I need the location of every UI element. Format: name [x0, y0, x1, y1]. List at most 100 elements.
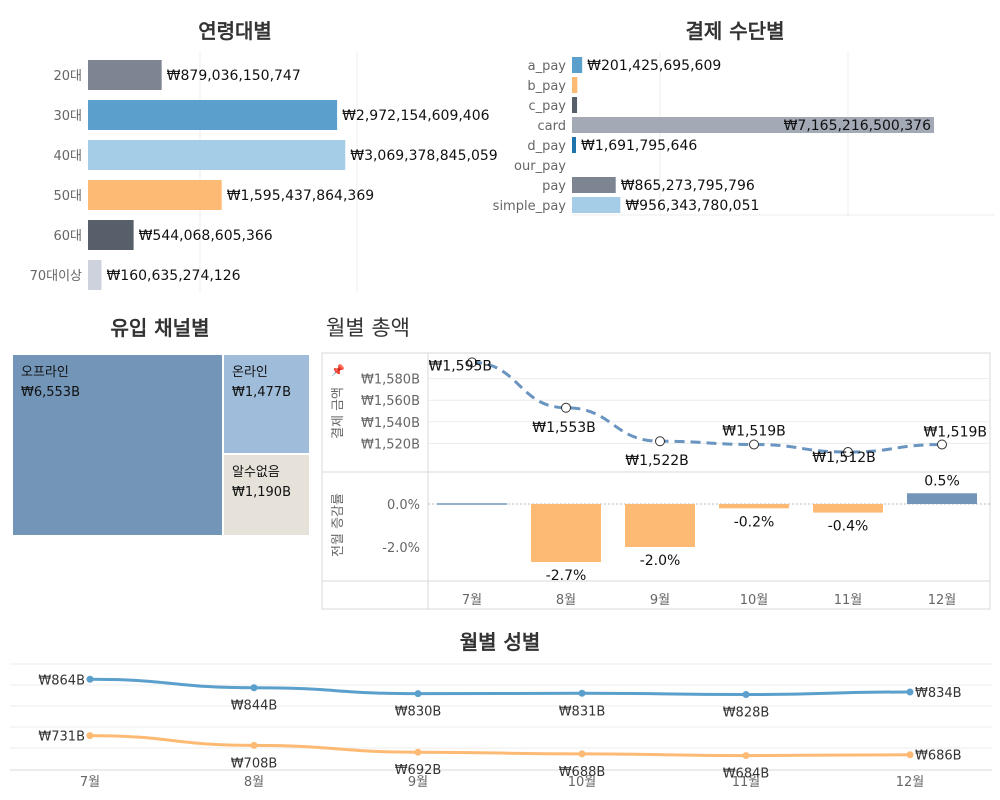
monthly-gender-xtick: 12월 [896, 775, 925, 790]
payment-chart-panel: 결제 수단별 a_pay ₩201,425,695,609 b_pay c_pay car… [470, 0, 1000, 300]
treemap-unknown-name: 알수없음 [232, 465, 280, 480]
age-data-label: ₩879,036,150,747 [167, 68, 301, 84]
monthly-total-bottom-ylabel: 전월 증감률 [331, 493, 346, 557]
payment-tick-label: our_pay [514, 159, 566, 174]
monthly-gender-point-label: ₩831B [559, 704, 606, 719]
treemap-online-name: 온라인 [232, 365, 268, 380]
payment-bar[interactable] [572, 97, 578, 113]
monthly-total-xtick: 9월 [650, 593, 670, 608]
treemap-cell-online[interactable]: 온라인 ₩1,477B [223, 354, 310, 454]
payment-tick-label: c_pay [528, 99, 566, 114]
payment-data-label: ₩1,691,795,646 [581, 138, 697, 154]
monthly-total-xtick: 11월 [834, 593, 863, 608]
monthly-total-top-ytick: ₩1,520B [361, 437, 420, 452]
payment-bar[interactable] [572, 137, 576, 153]
payment-data-label: ₩865,273,795,796 [621, 178, 755, 194]
age-data-label: ₩544,068,605,366 [139, 228, 273, 244]
monthly-gender-series-line [89, 677, 911, 697]
treemap-cell-unknown[interactable]: 알수없음 ₩1,190B [223, 454, 310, 536]
monthly-gender-point-label: ₩864B [38, 673, 85, 688]
age-chart-panel: 연령대별 20대 ₩879,036,150,747 30대 ₩2,972,154,609… [0, 0, 498, 300]
monthly-total-change-label: -0.2% [734, 514, 775, 530]
monthly-gender-point[interactable] [86, 732, 94, 740]
treemap-offline-value: ₩6,553B [21, 385, 80, 400]
age-chart-title: 연령대별 [198, 19, 272, 43]
payment-chart: 결제 수단별 a_pay ₩201,425,695,609 b_pay c_paycar… [493, 19, 995, 216]
age-bar[interactable] [88, 260, 102, 290]
monthly-gender-point-label: ₩708B [231, 756, 278, 771]
monthly-total-xtick: 7월 [462, 593, 482, 608]
age-tick-label: 40대 [53, 149, 82, 164]
monthly-total-top-ytick: ₩1,560B [361, 394, 420, 409]
monthly-gender-point[interactable] [906, 688, 914, 696]
age-tick-label: 60대 [53, 229, 82, 244]
payment-bar[interactable] [572, 197, 621, 213]
monthly-gender-point[interactable] [578, 750, 586, 758]
monthly-total-frame [321, 352, 991, 610]
monthly-gender-xtick: 8월 [244, 775, 264, 790]
monthly-total-change-bar[interactable] [907, 493, 977, 504]
payment-data-label: ₩956,343,780,051 [625, 198, 759, 214]
payment-tick-label: pay [542, 179, 566, 194]
monthly-total-point[interactable] [937, 439, 947, 450]
monthly-total-title: 월별 총액 [326, 316, 410, 340]
age-data-label: ₩2,972,154,609,406 [342, 108, 490, 124]
treemap-cell-offline[interactable]: 오프라인 ₩6,553B [12, 354, 223, 536]
monthly-gender-point[interactable] [742, 752, 750, 760]
age-bar[interactable] [88, 140, 346, 170]
monthly-total-point-label: ₩1,519B [722, 423, 786, 439]
monthly-total-change-bar[interactable] [813, 504, 883, 513]
age-bar[interactable] [88, 60, 162, 90]
monthly-gender-point-label: ₩834B [915, 686, 962, 701]
monthly-total-change-label: -0.4% [828, 519, 869, 535]
payment-chart-title: 결제 수단별 [686, 19, 785, 43]
channel-treemap-panel: 유입 채널별 오프라인 ₩6,553B 온라인 ₩1,477B 알수없음 ₩1,… [0, 310, 320, 540]
monthly-gender-point-label: ₩844B [231, 699, 278, 714]
payment-tick-label: card [538, 119, 566, 134]
age-tick-label: 30대 [53, 109, 82, 124]
monthly-total-top-ytick: ₩1,540B [361, 416, 420, 431]
channel-treemap-title: 유입 채널별 [110, 316, 210, 340]
monthly-gender-point[interactable] [742, 691, 750, 699]
age-bar[interactable] [88, 100, 338, 130]
payment-bar[interactable] [572, 77, 578, 93]
monthly-gender-point[interactable] [86, 675, 94, 683]
monthly-gender-point[interactable] [414, 690, 422, 698]
monthly-gender-point[interactable] [250, 684, 258, 692]
monthly-gender-xtick: 11월 [732, 775, 761, 790]
monthly-total-point-label: ₩1,522B [625, 453, 689, 469]
monthly-total-change-bar[interactable] [625, 504, 695, 547]
age-chart: 연령대별 20대 ₩879,036,150,747 30대 ₩2,972,154,609… [30, 19, 498, 292]
treemap-unknown-value: ₩1,190B [232, 485, 291, 500]
monthly-gender-point[interactable] [906, 751, 914, 759]
payment-tick-label: b_pay [527, 79, 566, 94]
monthly-total-bottom-ytick: 0.0% [387, 498, 420, 513]
monthly-total-point[interactable] [655, 436, 665, 447]
monthly-total-point-label: ₩1,519B [923, 424, 987, 440]
age-bar[interactable] [88, 220, 134, 250]
age-data-label: ₩1,595,437,864,369 [227, 188, 374, 204]
monthly-total-change-bar[interactable] [531, 504, 601, 563]
monthly-gender-series-line [89, 734, 911, 758]
monthly-total-point[interactable] [561, 402, 571, 413]
monthly-gender-xtick: 7월 [80, 775, 100, 790]
age-tick-label: 20대 [53, 69, 82, 84]
monthly-gender-point[interactable] [578, 689, 586, 697]
age-bar[interactable] [88, 180, 222, 210]
age-data-label: ₩160,635,274,126 [106, 268, 240, 284]
monthly-gender-point[interactable] [250, 741, 258, 749]
payment-bar[interactable] [572, 177, 616, 193]
monthly-total-change-label: -2.7% [546, 568, 587, 584]
monthly-total-change-bar[interactable] [719, 504, 789, 509]
monthly-total-xtick: 8월 [556, 593, 576, 608]
monthly-total-point[interactable] [749, 439, 759, 450]
monthly-total-change-label: 0.5% [924, 473, 960, 489]
monthly-total-top-ylabel: 결제 금액 [331, 387, 346, 439]
monthly-total-top-ytick: ₩1,580B [361, 373, 420, 388]
monthly-gender-xtick: 10월 [568, 775, 597, 790]
payment-tick-label: d_pay [527, 139, 566, 154]
monthly-gender-point[interactable] [414, 748, 422, 756]
payment-tick-label: a_pay [528, 59, 567, 74]
monthly-gender-chart: 월별 성별 ₩864B ₩844B ₩830B ₩831B ₩828B ₩834B ₩731B… [10, 630, 992, 790]
payment-bar[interactable] [572, 57, 583, 73]
